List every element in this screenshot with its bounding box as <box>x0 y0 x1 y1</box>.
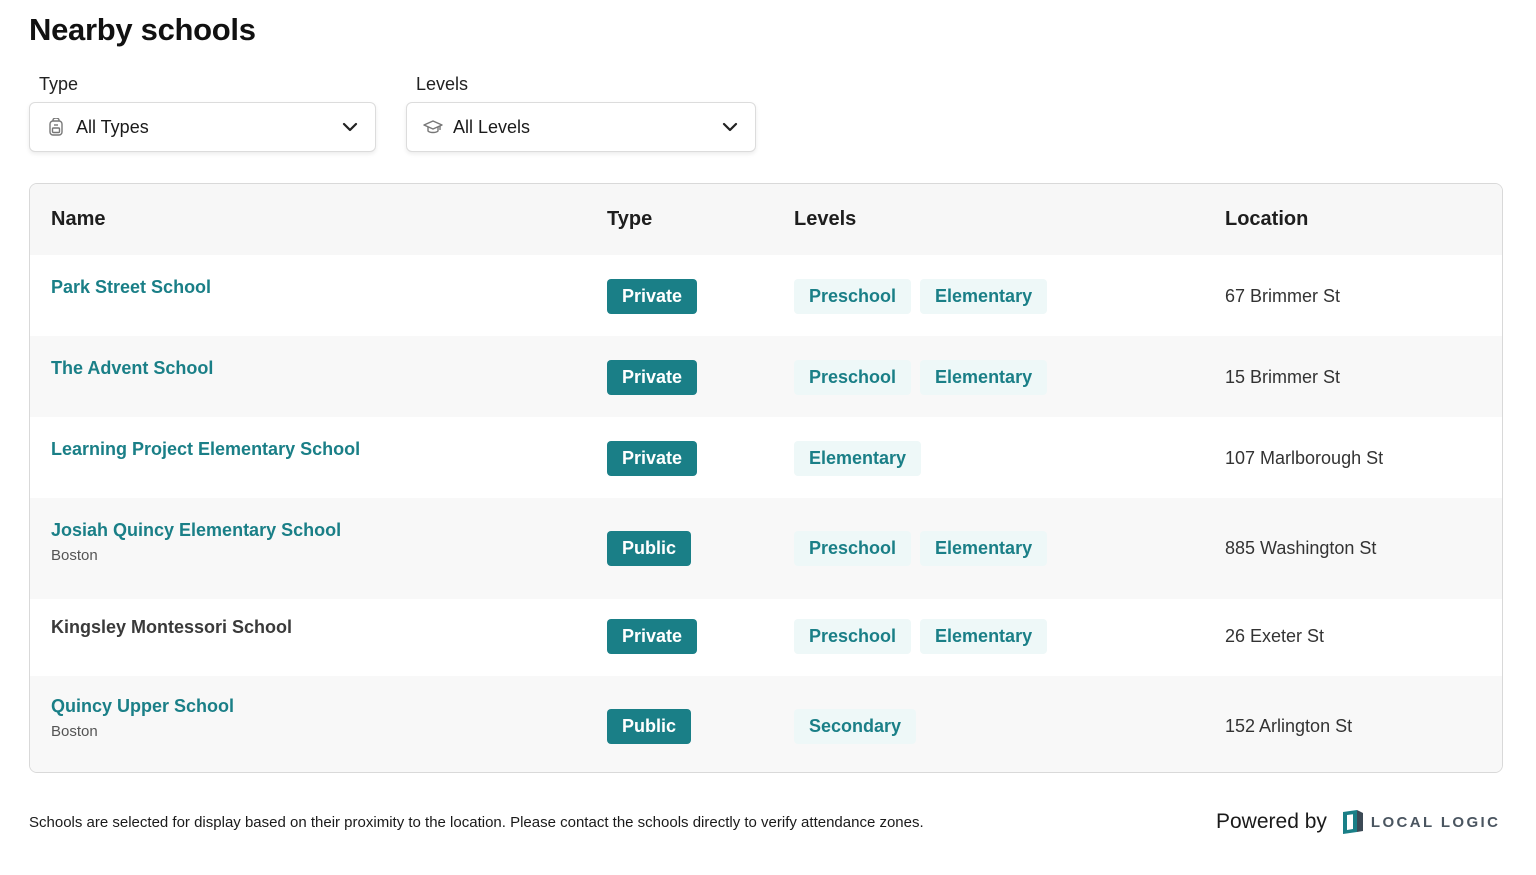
type-select[interactable]: All Types <box>29 102 376 152</box>
school-name-cell: Park Street School <box>51 277 211 298</box>
level-tag: Elementary <box>920 360 1048 395</box>
table-row: Kingsley Montessori School Private Prescho… <box>30 599 1502 676</box>
school-location: 15 Brimmer St <box>1225 367 1341 387</box>
school-name-link[interactable]: Quincy Upper School <box>51 696 234 716</box>
backpack-icon <box>46 117 66 137</box>
school-name-cell: The Advent School <box>51 358 213 379</box>
school-type-cell: Public <box>607 531 692 566</box>
type-badge: Public <box>607 531 692 566</box>
school-type-cell: Private <box>607 360 698 395</box>
local-logic-brand[interactable]: LOCAL LOGIC <box>1371 814 1500 831</box>
type-badge: Private <box>607 619 698 654</box>
school-city: Boston <box>51 723 98 740</box>
levels-filter: Levels All Levels <box>406 70 756 152</box>
school-levels-cell: Elementary <box>794 441 930 476</box>
header-name: Name <box>51 208 106 230</box>
chevron-down-icon <box>721 118 739 136</box>
school-levels-cell: Preschool Elementary <box>794 619 1056 654</box>
school-levels-cell: Secondary <box>794 709 925 744</box>
type-badge: Private <box>607 360 698 395</box>
school-type-cell: Private <box>607 619 698 654</box>
school-location: 885 Washington St <box>1225 538 1377 558</box>
school-name-cell: Kingsley Montessori School <box>51 617 292 638</box>
school-name: Kingsley Montessori School <box>51 617 293 637</box>
type-select-value: All Types <box>76 116 149 137</box>
level-tag: Elementary <box>794 441 922 476</box>
footer-note: Schools are selected for display based o… <box>29 814 924 831</box>
table-row: The Advent School Private Preschool Element… <box>30 336 1502 417</box>
table-header: Name Type Levels Location <box>30 184 1502 255</box>
school-levels-cell: Preschool Elementary <box>794 531 1056 566</box>
powered-by: Powered by LOCAL LOGIC <box>1216 810 1500 834</box>
school-name-link[interactable]: Josiah Quincy Elementary School <box>51 520 341 540</box>
powered-by-text: Powered by <box>1216 810 1327 833</box>
levels-select[interactable]: All Levels <box>406 102 756 152</box>
school-name-cell: Josiah Quincy Elementary School Boston <box>51 520 341 564</box>
header-levels: Levels <box>794 208 857 230</box>
school-type-cell: Private <box>607 279 698 314</box>
school-type-cell: Private <box>607 441 698 476</box>
type-filter: Type All Types <box>29 70 376 152</box>
school-location: 152 Arlington St <box>1225 716 1353 736</box>
school-levels-cell: Preschool Elementary <box>794 360 1056 395</box>
level-tag: Secondary <box>794 709 917 744</box>
graduation-cap-icon <box>423 117 443 137</box>
school-location: 107 Marlborough St <box>1225 448 1384 468</box>
school-type-cell: Public <box>607 709 692 744</box>
school-location: 67 Brimmer St <box>1225 286 1341 306</box>
school-name-link[interactable]: Learning Project Elementary School <box>51 439 360 459</box>
level-tag: Preschool <box>794 360 912 395</box>
school-levels-cell: Preschool Elementary <box>794 279 1056 314</box>
page-title: Nearby schools <box>29 12 256 47</box>
level-tag: Elementary <box>920 619 1048 654</box>
school-name-link[interactable]: Park Street School <box>51 277 211 297</box>
type-filter-label: Type <box>39 74 79 94</box>
local-logic-logo-icon[interactable] <box>1342 810 1363 834</box>
type-badge: Private <box>607 279 698 314</box>
school-name-cell: Learning Project Elementary School <box>51 439 360 460</box>
levels-filter-label: Levels <box>416 74 469 94</box>
level-tag: Preschool <box>794 531 912 566</box>
chevron-down-icon <box>341 118 359 136</box>
school-name-cell: Quincy Upper School Boston <box>51 696 234 740</box>
schools-table: Name Type Levels Location Park Street Sc… <box>29 183 1503 773</box>
level-tag: Elementary <box>920 279 1048 314</box>
table-row: Learning Project Elementary School Privat… <box>30 417 1502 498</box>
level-tag: Preschool <box>794 619 912 654</box>
header-location: Location <box>1225 208 1309 230</box>
table-row: Quincy Upper School Boston Public Secondary… <box>30 676 1502 772</box>
school-location: 26 Exeter St <box>1225 626 1325 646</box>
table-row: Josiah Quincy Elementary School Boston Pub… <box>30 498 1502 599</box>
table-body: Park Street School Private Preschool Elemen… <box>30 255 1502 772</box>
header-type: Type <box>607 208 653 230</box>
school-city: Boston <box>51 547 98 564</box>
type-badge: Public <box>607 709 692 744</box>
type-badge: Private <box>607 441 698 476</box>
school-name-link[interactable]: The Advent School <box>51 358 213 378</box>
level-tag: Elementary <box>920 531 1048 566</box>
table-row: Park Street School Private Preschool Elemen… <box>30 255 1502 336</box>
levels-select-value: All Levels <box>453 116 531 137</box>
level-tag: Preschool <box>794 279 912 314</box>
